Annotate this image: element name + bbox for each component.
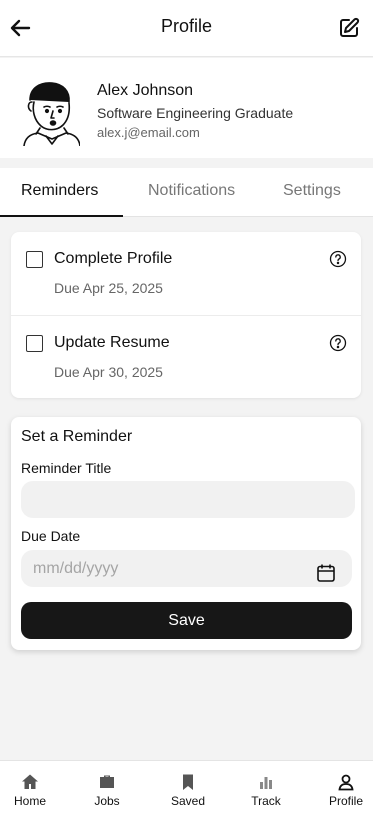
reminder-checkbox[interactable] [26, 251, 43, 268]
home-icon [22, 774, 38, 789]
reminders-list: Complete Profile Due Apr 25, 2025 Update… [11, 232, 361, 398]
tab-reminders[interactable]: Reminders [21, 182, 98, 200]
briefcase-icon [100, 775, 114, 788]
user-icon [338, 774, 354, 791]
save-button[interactable]: Save [21, 602, 352, 639]
nav-saved[interactable]: Saved [158, 761, 218, 821]
bar-chart-icon [260, 777, 272, 789]
due-date-input[interactable] [21, 550, 352, 587]
due-date-label: Due Date [21, 528, 81, 544]
active-tab-indicator [0, 215, 123, 217]
user-name: Alex Johnson [97, 82, 194, 99]
profile-summary: Alex Johnson Software Engineering Gradua… [0, 58, 373, 158]
nav-label: Profile [328, 794, 363, 808]
tab-bar: Reminders Notifications Settings [0, 168, 373, 217]
reminder-title: Complete Profile [54, 250, 173, 267]
nav-jobs[interactable]: Jobs [77, 761, 137, 821]
nav-label: Saved [170, 794, 206, 808]
page-title: Profile [160, 16, 213, 36]
tab-settings[interactable]: Settings [283, 182, 341, 200]
reminder-title-label: Reminder Title [21, 460, 112, 476]
help-icon[interactable] [329, 250, 347, 268]
nav-home[interactable]: Home [0, 761, 60, 821]
user-email: alex.j@email.com [97, 125, 200, 140]
reminder-title: Update Resume [54, 334, 170, 351]
nav-track[interactable]: Track [236, 761, 296, 821]
avatar [23, 82, 80, 146]
reminder-title-input[interactable] [21, 481, 355, 518]
help-icon[interactable] [329, 334, 347, 352]
reminder-checkbox[interactable] [26, 335, 43, 352]
bookmark-icon [183, 774, 193, 790]
bottom-navigation: Home Jobs Saved Track Profile [0, 760, 373, 821]
reminder-due-date: Due Apr 30, 2025 [54, 364, 163, 380]
set-reminder-form: Set a Reminder Reminder Title Due Date S… [11, 417, 361, 650]
nav-profile[interactable]: Profile [316, 761, 373, 821]
nav-label: Home [13, 794, 46, 808]
reminder-due-date: Due Apr 25, 2025 [54, 280, 163, 296]
top-app-bar: Profile [0, 0, 373, 57]
user-role: Software Engineering Graduate [97, 105, 294, 121]
tab-notifications[interactable]: Notifications [148, 182, 235, 200]
edit-icon[interactable] [337, 16, 361, 40]
form-heading: Set a Reminder [21, 428, 133, 445]
nav-label: Track [251, 794, 281, 808]
calendar-icon[interactable] [316, 563, 336, 583]
list-item: Complete Profile Due Apr 25, 2025 [11, 232, 361, 315]
nav-label: Jobs [94, 794, 120, 808]
list-item: Update Resume Due Apr 30, 2025 [11, 315, 361, 398]
